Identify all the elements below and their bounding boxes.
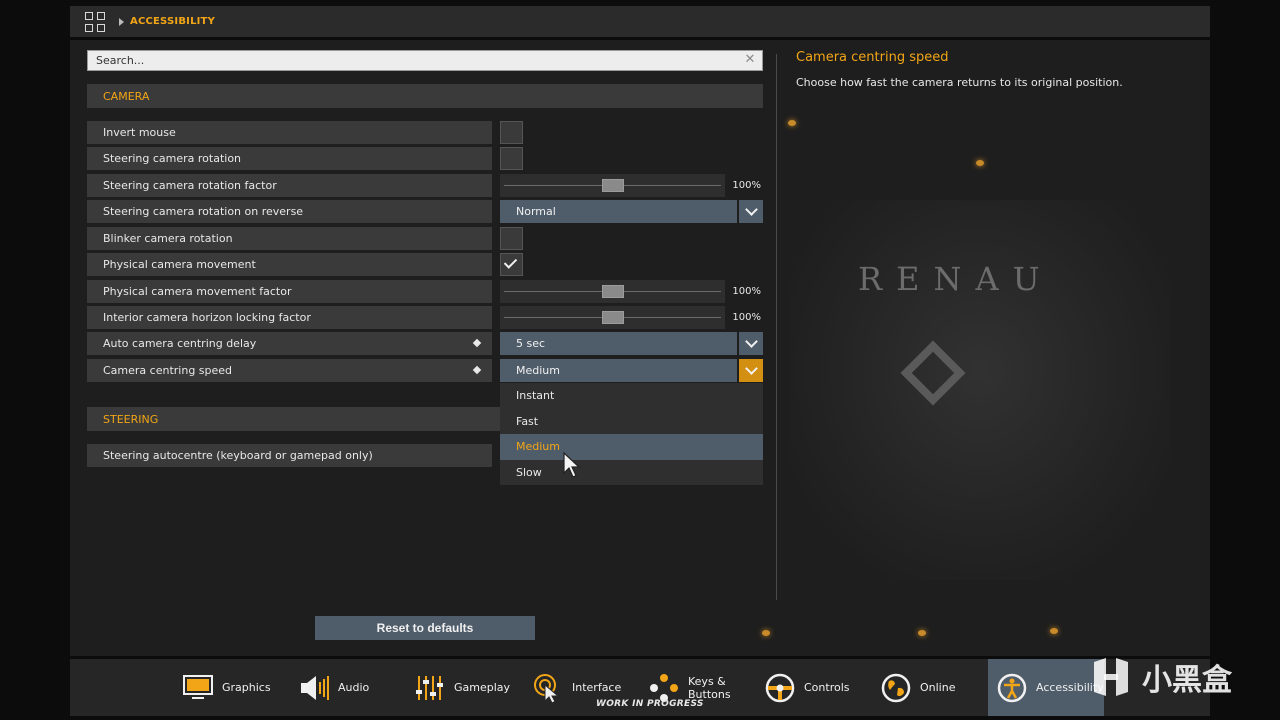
- truck-light: [762, 630, 770, 636]
- monitor-icon: [183, 674, 213, 699]
- breadcrumb-arrow-icon: [119, 17, 124, 26]
- nav-tab-audio[interactable]: Audio: [298, 659, 369, 716]
- work-in-progress-label: WORK IN PROGRESS: [596, 699, 704, 709]
- checkmark-icon: [503, 255, 518, 269]
- setting-label-invert-mouse: Invert mouse: [87, 121, 492, 144]
- modified-marker-icon: [472, 338, 482, 348]
- setting-label-blinker-camera-rotation: Blinker camera rotation: [87, 227, 492, 250]
- slider-thumb[interactable]: [601, 179, 624, 192]
- modified-marker-icon: [472, 365, 482, 375]
- help-description: Choose how fast the camera returns to it…: [796, 76, 1123, 89]
- background-truck-art: RENAU: [710, 100, 1210, 656]
- truck-light: [788, 120, 796, 126]
- steering-camera-rotation-factor-slider[interactable]: [500, 174, 725, 197]
- nav-label: Online: [920, 681, 956, 694]
- dropdown-toggle-button-active[interactable]: [739, 359, 763, 382]
- watermark: 小黑盒: [1088, 651, 1248, 703]
- nav-tab-accessibility[interactable]: Accessibility: [988, 659, 1104, 716]
- dropdown-option-medium[interactable]: Medium: [500, 434, 763, 460]
- menu-grid-icon[interactable]: [85, 11, 105, 32]
- help-title: Camera centring speed: [796, 50, 949, 65]
- watermark-logo-icon: [1094, 658, 1128, 696]
- setting-label-steering-camera-rotation: Steering camera rotation: [87, 147, 492, 170]
- nav-tab-graphics[interactable]: Graphics: [182, 659, 271, 716]
- nav-label: Controls: [804, 681, 850, 694]
- steering-camera-rotation-checkbox[interactable]: [500, 147, 523, 170]
- top-bar: ACCESSIBILITY: [70, 6, 1210, 37]
- setting-label-steering-autocentre: Steering autocentre (keyboard or gamepad…: [87, 444, 492, 467]
- dropdown-toggle-button[interactable]: [739, 332, 763, 355]
- panel-divider: [776, 54, 777, 600]
- setting-label-auto-camera-centring-delay: Auto camera centring delay: [87, 332, 492, 355]
- main-panel: RENAU ✕ CAMERA Invert mouse Steering cam…: [70, 40, 1210, 656]
- mouse-pointer-icon: [563, 451, 581, 478]
- section-header-camera: CAMERA: [87, 84, 763, 108]
- search-input[interactable]: [88, 51, 728, 70]
- chevron-down-icon: [744, 202, 758, 216]
- slider-value: 100%: [732, 180, 761, 191]
- dropdown-toggle-button[interactable]: [739, 200, 763, 223]
- breadcrumb-current: ACCESSIBILITY: [130, 16, 216, 27]
- cursor-icon: [534, 673, 560, 704]
- truck-light: [976, 160, 984, 166]
- dropdown-option-fast[interactable]: Fast: [500, 409, 763, 435]
- setting-label-physical-camera-movement-factor: Physical camera movement factor: [87, 280, 492, 303]
- physical-camera-movement-factor-slider[interactable]: [500, 280, 725, 303]
- globe-icon: [881, 673, 911, 702]
- setting-label-steering-camera-rotation-factor: Steering camera rotation factor: [87, 174, 492, 197]
- nav-label: Graphics: [222, 681, 271, 694]
- setting-label-interior-camera-horizon-locking-factor: Interior camera horizon locking factor: [87, 306, 492, 329]
- slider-value: 100%: [732, 286, 761, 297]
- truck-grill: [790, 200, 1170, 580]
- bottom-nav: Graphics Audio Gameplay Interface Keys &…: [70, 659, 1210, 716]
- nav-label: Interface: [572, 681, 622, 694]
- speaker-icon: [301, 675, 329, 700]
- steering-wheel-icon: [765, 673, 795, 702]
- slider-thumb[interactable]: [601, 311, 624, 324]
- physical-camera-movement-checkbox[interactable]: [500, 253, 523, 276]
- dropdown-options-list: Instant Fast Medium Slow: [500, 383, 763, 485]
- nav-tab-controls[interactable]: Controls: [764, 659, 850, 716]
- auto-camera-centring-delay-dropdown[interactable]: 5 sec: [500, 332, 737, 355]
- truck-light: [918, 630, 926, 636]
- interior-camera-horizon-locking-factor-slider[interactable]: [500, 306, 725, 329]
- setting-label-steering-camera-rotation-on-reverse: Steering camera rotation on reverse: [87, 200, 492, 223]
- search-box: ✕: [87, 50, 763, 71]
- slider-thumb[interactable]: [601, 285, 624, 298]
- slider-value: 100%: [732, 312, 761, 323]
- accessibility-icon: [997, 673, 1027, 702]
- chevron-down-icon: [744, 334, 758, 348]
- camera-centring-speed-dropdown[interactable]: Medium: [500, 359, 737, 382]
- chevron-down-icon: [744, 361, 758, 375]
- settings-screen: ACCESSIBILITY RENAU ✕ CAMERA Invert mous…: [0, 0, 1280, 720]
- reset-to-defaults-button[interactable]: Reset to defaults: [315, 616, 535, 640]
- invert-mouse-checkbox[interactable]: [500, 121, 523, 144]
- watermark-text: 小黑盒: [1142, 663, 1232, 698]
- setting-label-physical-camera-movement: Physical camera movement: [87, 253, 492, 276]
- setting-label-camera-centring-speed: Camera centring speed: [87, 359, 492, 382]
- clear-search-icon[interactable]: ✕: [743, 53, 757, 67]
- nav-tab-gameplay[interactable]: Gameplay: [414, 659, 510, 716]
- sliders-icon: [416, 675, 443, 700]
- nav-tab-online[interactable]: Online: [880, 659, 955, 716]
- steering-camera-rotation-on-reverse-dropdown[interactable]: Normal: [500, 200, 737, 223]
- blinker-camera-rotation-checkbox[interactable]: [500, 227, 523, 250]
- nav-label: Audio: [338, 681, 370, 694]
- dropdown-option-instant[interactable]: Instant: [500, 383, 763, 409]
- nav-label: Keys & Buttons: [688, 674, 731, 701]
- nav-label: Gameplay: [454, 681, 511, 694]
- truck-brand-text: RENAU: [858, 260, 1054, 298]
- truck-light: [1050, 628, 1058, 634]
- dropdown-option-slow[interactable]: Slow: [500, 460, 763, 486]
